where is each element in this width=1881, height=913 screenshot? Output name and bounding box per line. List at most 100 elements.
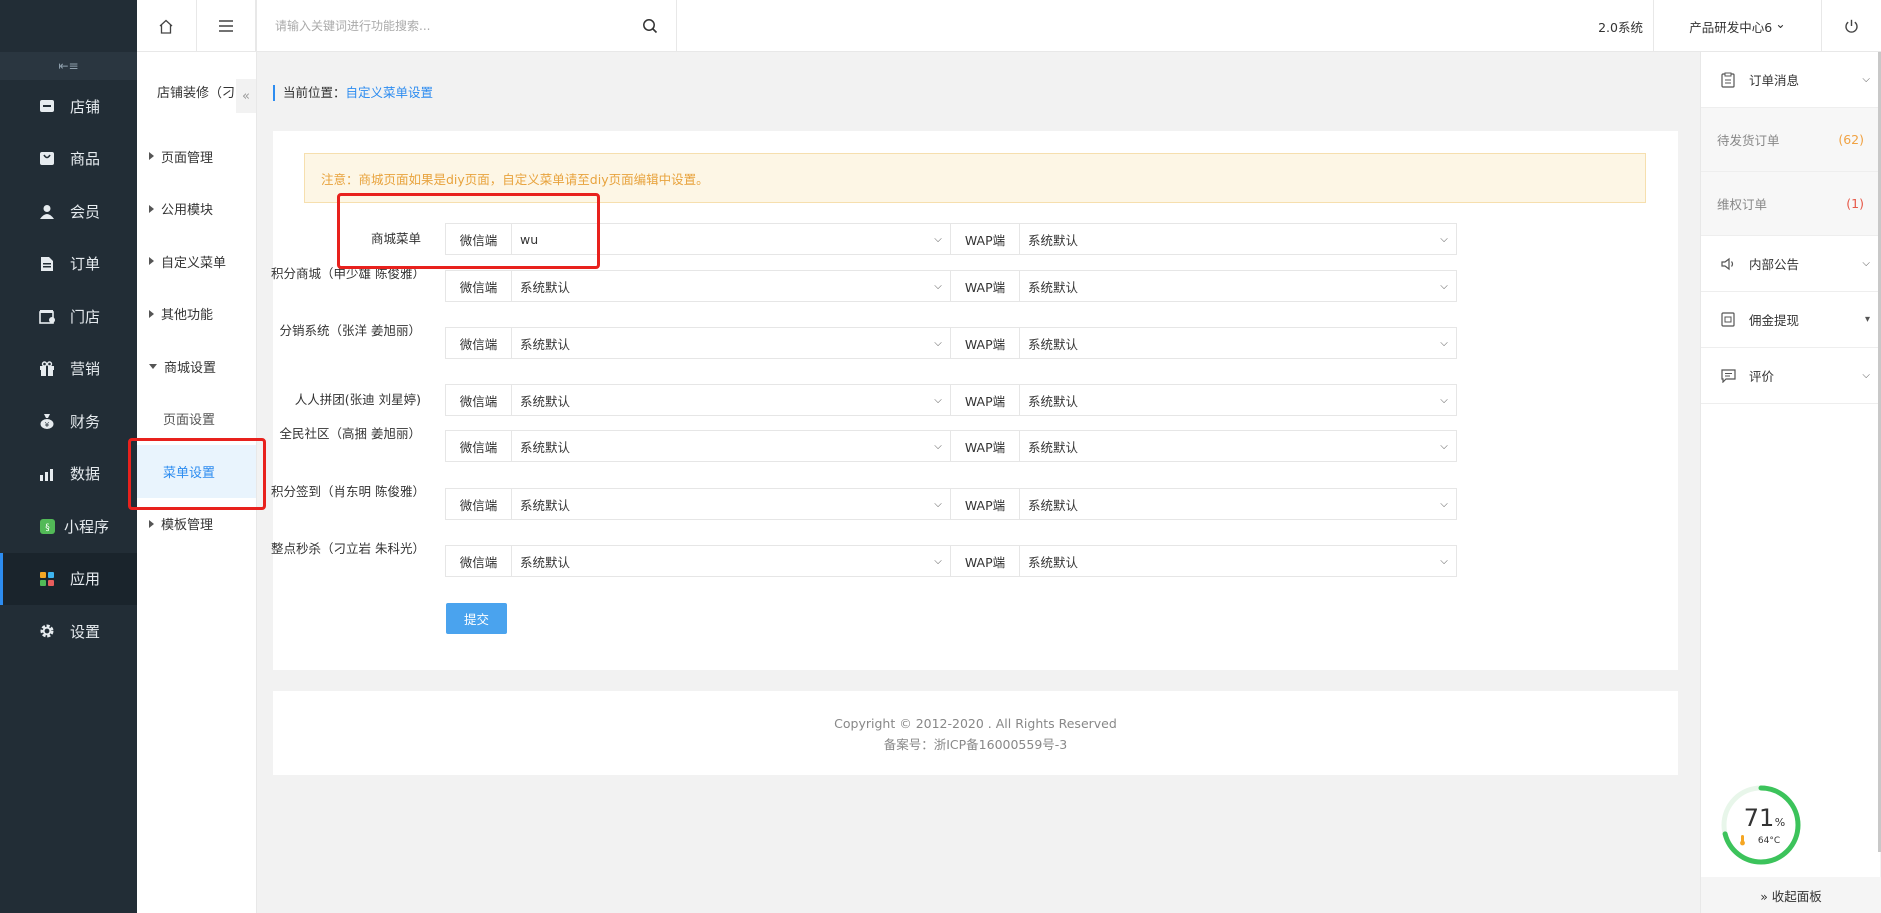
sub-item-mall-settings[interactable]: 商城设置	[137, 340, 256, 393]
home-icon	[159, 19, 173, 34]
nav-label: 数据	[70, 465, 101, 484]
nav-item-data[interactable]: 数据	[0, 448, 137, 501]
wechat-menu-select[interactable]: 微信端 系统默认 ⌵	[445, 545, 951, 577]
logout-button[interactable]	[1821, 0, 1881, 52]
chevron-down-icon: ⌵	[1440, 555, 1448, 567]
store-icon	[38, 97, 56, 115]
wechat-menu-select[interactable]: 微信端 系统默认 ⌵	[445, 430, 951, 462]
chevron-down-icon: ⌵	[1440, 394, 1448, 406]
footer: Copyright © 2012-2020 . All Rights Reser…	[273, 691, 1678, 775]
wap-prefix: WAP端	[951, 385, 1020, 415]
nav-item-member[interactable]: 会员	[0, 185, 137, 238]
chevron-down-icon: ⌵	[934, 394, 942, 406]
home-button[interactable]	[137, 0, 197, 52]
chart-icon	[38, 465, 56, 483]
wap-menu-select[interactable]: WAP端 系统默认 ⌵	[950, 223, 1457, 255]
menu-row: 分销系统（张洋 姜旭丽） 微信端 系统默认 ⌵ WAP端 系统默认 ⌵	[273, 323, 1473, 359]
search-input[interactable]	[275, 18, 642, 33]
wechat-menu-select[interactable]: 微信端 系统默认 ⌵	[445, 270, 951, 302]
wap-menu-select[interactable]: WAP端 系统默认 ⌵	[950, 545, 1457, 577]
select-value: 系统默认	[1028, 439, 1079, 455]
wechat-prefix: 微信端	[446, 489, 512, 519]
chevron-down-icon: ⌄	[1775, 15, 1786, 31]
count-badge: (62)	[1838, 132, 1864, 147]
nav-item-goods[interactable]: 商品	[0, 133, 137, 186]
system-version-link[interactable]: 2.0系统	[1586, 0, 1653, 52]
caret-right-icon	[149, 204, 154, 213]
wap-menu-select[interactable]: WAP端 系统默认 ⌵	[950, 270, 1457, 302]
nav-item-finance[interactable]: ¥ 财务	[0, 395, 137, 448]
menu-row: 积分商城（申少雄 陈俊雅） 微信端 系统默认 ⌵ WAP端 系统默认 ⌵	[271, 266, 1473, 302]
count-badge: (1)	[1846, 196, 1864, 211]
row-label: 人人拼团(张迪 刘星婷)	[294, 392, 421, 407]
order-messages-header[interactable]: 订单消息 ⌵	[1701, 52, 1880, 108]
nav-item-settings[interactable]: 设置	[0, 605, 137, 658]
wechat-prefix: 微信端	[446, 271, 512, 301]
menu-row: 整点秒杀（刁立岩 朱科光） 微信端 系统默认 ⌵ WAP端 系统默认 ⌵	[271, 541, 1473, 577]
power-icon	[1845, 19, 1858, 33]
rights-protection-orders[interactable]: 维权订单 (1)	[1701, 172, 1880, 236]
submit-button[interactable]: 提交	[446, 603, 507, 634]
chevron-down-icon: ⌵	[1440, 337, 1448, 349]
sub-item-page-management[interactable]: 页面管理	[137, 130, 256, 183]
member-icon	[38, 202, 56, 220]
sidebar-collapse-toggle[interactable]: ⇤≡	[0, 52, 137, 80]
select-value: 系统默认	[1028, 554, 1079, 570]
section-title: 店铺装修（刁 «	[137, 52, 256, 130]
nav-label: 门店	[70, 307, 101, 326]
commission-withdraw-header[interactable]: 佣金提现 ▾	[1701, 292, 1880, 348]
wechat-menu-select[interactable]: 微信端 系统默认 ⌵	[445, 327, 951, 359]
wap-menu-select[interactable]: WAP端 系统默认 ⌵	[950, 327, 1457, 359]
nav-item-order[interactable]: 订单	[0, 238, 137, 291]
nav-label: 应用	[70, 570, 101, 589]
copyright-text: Copyright © 2012-2020 . All Rights Reser…	[834, 716, 1117, 731]
gauge-value: 71	[1744, 804, 1775, 832]
wechat-menu-select[interactable]: 微信端 系统默认 ⌵	[445, 384, 951, 416]
fold-sidebar-button[interactable]: «	[236, 79, 256, 113]
main-sidebar: ⇤≡ 店铺 商品 会员 订单 门店 营销 ¥ 财务 数据 § 小程序 应用 设置	[0, 0, 137, 913]
wap-menu-select[interactable]: WAP端 系统默认 ⌵	[950, 384, 1457, 416]
wap-menu-select[interactable]: WAP端 系统默认 ⌵	[950, 488, 1457, 520]
internal-notice-header[interactable]: 内部公告 ⌵	[1701, 236, 1880, 292]
chevron-down-icon: ⌵	[934, 440, 942, 452]
select-value: 系统默认	[1028, 279, 1079, 295]
icp-text: 备案号：浙ICP备16000559号-3	[883, 737, 1068, 752]
wap-prefix: WAP端	[951, 328, 1020, 358]
wap-prefix: WAP端	[951, 224, 1020, 254]
nav-item-shop[interactable]: 门店	[0, 290, 137, 343]
sub-item-custom-menu[interactable]: 自定义菜单	[137, 235, 256, 288]
breadcrumb-current-link[interactable]: 自定义菜单设置	[346, 85, 434, 100]
double-chevron-left-icon: «	[242, 88, 250, 104]
menu-row: 人人拼团(张迪 刘星婷) 微信端 系统默认 ⌵ WAP端 系统默认 ⌵	[273, 384, 1473, 416]
wechat-menu-select[interactable]: 微信端 系统默认 ⌵	[445, 488, 951, 520]
pending-shipment-orders[interactable]: 待发货订单 (62)	[1701, 108, 1880, 172]
clipboard-icon	[1721, 72, 1737, 88]
row-label: 全民社区（高捆 姜旭丽）	[279, 426, 421, 441]
highlight-box-menu-row	[337, 193, 600, 269]
nav-label: 店铺	[70, 97, 101, 116]
sub-item-other-functions[interactable]: 其他功能	[137, 288, 256, 341]
select-value: 系统默认	[520, 336, 571, 352]
nav-item-apps[interactable]: 应用	[0, 552, 137, 605]
chevron-down-icon: ⌵	[1440, 440, 1448, 452]
gift-icon	[38, 360, 56, 378]
select-value: 系统默认	[520, 393, 571, 409]
nav-item-store[interactable]: 店铺	[0, 80, 137, 133]
nav-item-miniapp[interactable]: § 小程序	[0, 500, 137, 553]
menu-toggle-button[interactable]	[197, 0, 256, 52]
chevron-down-icon: ⌵	[934, 280, 942, 292]
org-switcher[interactable]: 产品研发中心6 ⌄	[1653, 0, 1821, 52]
cpu-usage-gauge: 71 % 64°C	[1719, 783, 1803, 867]
select-value: 系统默认	[1028, 393, 1079, 409]
nav-item-marketing[interactable]: 营销	[0, 343, 137, 396]
gauge-unit: %	[1775, 816, 1785, 829]
search-icon[interactable]	[642, 18, 658, 34]
comment-icon	[1721, 368, 1737, 383]
wap-menu-select[interactable]: WAP端 系统默认 ⌵	[950, 430, 1457, 462]
wap-prefix: WAP端	[951, 431, 1020, 461]
sub-item-public-module[interactable]: 公用模块	[137, 183, 256, 236]
highlight-box-menu-settings	[128, 438, 266, 510]
chevron-down-icon: ⌵	[934, 498, 942, 510]
collapse-panel-button[interactable]: » 收起面板	[1701, 877, 1881, 913]
review-header[interactable]: 评价 ⌵	[1701, 348, 1880, 404]
